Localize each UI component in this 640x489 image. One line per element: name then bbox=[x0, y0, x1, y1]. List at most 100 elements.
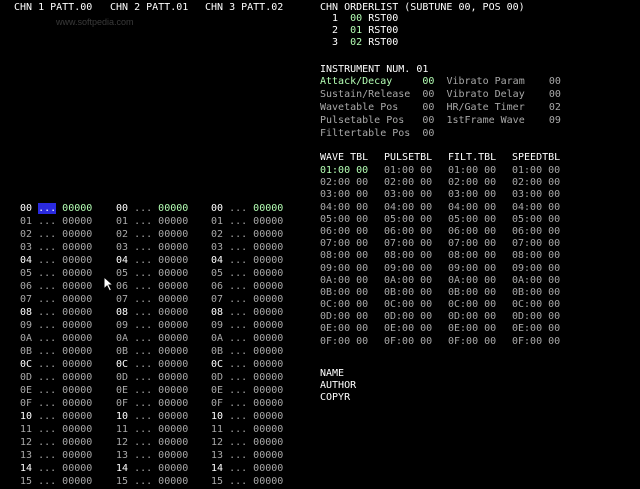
table-cell[interactable]: 02:00 00 bbox=[384, 177, 448, 189]
pattern-note[interactable]: ... bbox=[229, 294, 247, 305]
pattern-command[interactable]: 00000 bbox=[158, 294, 188, 305]
table-cell[interactable]: 0F:00 00 bbox=[512, 336, 576, 348]
pattern-command[interactable]: 00000 bbox=[62, 320, 92, 331]
table-cell[interactable]: 0F:00 00 bbox=[384, 336, 448, 348]
pattern-note[interactable]: ... bbox=[38, 372, 56, 383]
table-row[interactable]: 0E:00 00 0E:00 00 0E:00 00 0E:00 00 bbox=[320, 323, 576, 335]
pattern-note[interactable]: ... bbox=[38, 450, 56, 461]
table-row[interactable]: 0D:00 00 0D:00 00 0D:00 00 0D:00 00 bbox=[320, 311, 576, 323]
pattern-row[interactable]: 05 ... 00000 bbox=[116, 268, 188, 281]
pattern-command[interactable]: 00000 bbox=[253, 424, 283, 435]
pattern-note[interactable]: ... bbox=[229, 463, 247, 474]
pattern-row[interactable]: 0E ... 00000 bbox=[116, 385, 188, 398]
pattern-note[interactable]: ... bbox=[229, 203, 247, 214]
table-cell[interactable]: 04:00 00 bbox=[320, 202, 384, 214]
table-cell[interactable]: 0E:00 00 bbox=[448, 323, 512, 335]
table-cell[interactable]: 0A:00 00 bbox=[512, 275, 576, 287]
pattern-note[interactable]: ... bbox=[229, 255, 247, 266]
table-cell[interactable]: 0C:00 00 bbox=[512, 299, 576, 311]
pattern-command[interactable]: 00000 bbox=[62, 268, 92, 279]
pattern-note[interactable]: ... bbox=[229, 346, 247, 357]
table-cell[interactable]: 05:00 00 bbox=[384, 214, 448, 226]
pattern-note[interactable]: ... bbox=[134, 307, 152, 318]
pattern-command[interactable]: 00000 bbox=[253, 281, 283, 292]
orderlist-row[interactable]: 3 02 RST00 bbox=[320, 37, 398, 49]
table-cell[interactable]: 04:00 00 bbox=[384, 202, 448, 214]
table-cell[interactable]: 0A:00 00 bbox=[448, 275, 512, 287]
pattern-note[interactable]: ... bbox=[134, 229, 152, 240]
table-cell[interactable]: 07:00 00 bbox=[320, 238, 384, 250]
table-row[interactable]: 08:00 00 08:00 00 08:00 00 08:00 00 bbox=[320, 250, 576, 262]
pattern-command[interactable]: 00000 bbox=[253, 203, 283, 214]
pattern-command[interactable]: 00000 bbox=[158, 229, 188, 240]
pattern-note[interactable]: ... bbox=[134, 385, 152, 396]
pattern-row[interactable]: 01 ... 00000 bbox=[20, 216, 92, 229]
table-cell[interactable]: 01:00 00 bbox=[320, 165, 384, 177]
pattern-row[interactable]: 0C ... 00000 bbox=[20, 359, 92, 372]
instrument-param-value[interactable]: 00 bbox=[549, 76, 561, 87]
pattern-command[interactable]: 00000 bbox=[253, 476, 283, 487]
instrument-param-value[interactable]: 09 bbox=[549, 115, 561, 126]
pattern-note[interactable]: ... bbox=[134, 463, 152, 474]
pattern-row[interactable]: 02 ... 00000 bbox=[20, 229, 92, 242]
pattern-row[interactable]: 11 ... 00000 bbox=[116, 424, 188, 437]
pattern-note[interactable]: ... bbox=[229, 281, 247, 292]
pattern-row[interactable]: 0D ... 00000 bbox=[20, 372, 92, 385]
pattern-command[interactable]: 00000 bbox=[253, 320, 283, 331]
song-copyright-label[interactable]: COPYR bbox=[320, 392, 350, 404]
table-cell[interactable]: 04:00 00 bbox=[448, 202, 512, 214]
pattern-note[interactable]: ... bbox=[134, 294, 152, 305]
pattern-note[interactable]: ... bbox=[38, 268, 56, 279]
pattern-command[interactable]: 00000 bbox=[253, 229, 283, 240]
table-row[interactable]: 02:00 00 02:00 00 02:00 00 02:00 00 bbox=[320, 177, 576, 189]
pattern-row[interactable]: 07 ... 00000 bbox=[116, 294, 188, 307]
pattern-command[interactable]: 00000 bbox=[253, 307, 283, 318]
pattern-note[interactable]: ... bbox=[134, 450, 152, 461]
table-cell[interactable]: 01:00 00 bbox=[448, 165, 512, 177]
orderlist-command[interactable]: RST00 bbox=[368, 37, 398, 48]
pattern-command[interactable]: 00000 bbox=[158, 255, 188, 266]
pattern-command[interactable]: 00000 bbox=[158, 437, 188, 448]
pattern-row[interactable]: 07 ... 00000 bbox=[20, 294, 92, 307]
table-row[interactable]: 0B:00 00 0B:00 00 0B:00 00 0B:00 00 bbox=[320, 287, 576, 299]
table-row[interactable]: 0F:00 00 0F:00 00 0F:00 00 0F:00 00 bbox=[320, 336, 576, 348]
pattern-channel-3[interactable]: 00 ... 00000 01 ... 00000 02 ... 00000 03 .… bbox=[211, 203, 283, 489]
pattern-command[interactable]: 00000 bbox=[253, 242, 283, 253]
pattern-row[interactable]: 0C ... 00000 bbox=[211, 359, 283, 372]
pattern-row[interactable]: 0A ... 00000 bbox=[20, 333, 92, 346]
pattern-note[interactable]: ... bbox=[38, 216, 56, 227]
table-cell[interactable]: 03:00 00 bbox=[320, 189, 384, 201]
table-cell[interactable]: 0E:00 00 bbox=[320, 323, 384, 335]
pattern-note[interactable]: ... bbox=[229, 242, 247, 253]
pattern-command[interactable]: 00000 bbox=[158, 203, 188, 214]
pattern-command[interactable]: 00000 bbox=[62, 281, 92, 292]
table-cell[interactable]: 06:00 00 bbox=[384, 226, 448, 238]
pattern-note[interactable]: ... bbox=[134, 424, 152, 435]
pattern-row[interactable]: 13 ... 00000 bbox=[116, 450, 188, 463]
pattern-note[interactable]: ... bbox=[229, 229, 247, 240]
pattern-note[interactable]: ... bbox=[134, 333, 152, 344]
pattern-row[interactable]: 15 ... 00000 bbox=[20, 476, 92, 489]
pattern-row[interactable]: 05 ... 00000 bbox=[20, 268, 92, 281]
pattern-note[interactable]: ... bbox=[38, 320, 56, 331]
table-cell[interactable]: 0B:00 00 bbox=[320, 287, 384, 299]
pattern-command[interactable]: 00000 bbox=[62, 463, 92, 474]
table-cell[interactable]: 0A:00 00 bbox=[384, 275, 448, 287]
pattern-command[interactable]: 00000 bbox=[158, 424, 188, 435]
pattern-note[interactable]: ... bbox=[134, 359, 152, 370]
pattern-command[interactable]: 00000 bbox=[62, 411, 92, 422]
pattern-command[interactable]: 00000 bbox=[62, 229, 92, 240]
pattern-command[interactable]: 00000 bbox=[158, 372, 188, 383]
table-cell[interactable]: 0B:00 00 bbox=[512, 287, 576, 299]
orderlist-row[interactable]: 1 00 RST00 bbox=[320, 13, 398, 25]
table-cell[interactable]: 02:00 00 bbox=[320, 177, 384, 189]
pattern-row[interactable]: 05 ... 00000 bbox=[211, 268, 283, 281]
pattern-row[interactable]: 0A ... 00000 bbox=[211, 333, 283, 346]
pattern-command[interactable]: 00000 bbox=[62, 437, 92, 448]
pattern-command[interactable]: 00000 bbox=[62, 255, 92, 266]
table-cell[interactable]: 08:00 00 bbox=[384, 250, 448, 262]
orderlist-row[interactable]: 2 01 RST00 bbox=[320, 25, 398, 37]
table-cell[interactable]: 04:00 00 bbox=[512, 202, 576, 214]
orderlist-command[interactable]: RST00 bbox=[368, 13, 398, 24]
table-cell[interactable]: 07:00 00 bbox=[512, 238, 576, 250]
